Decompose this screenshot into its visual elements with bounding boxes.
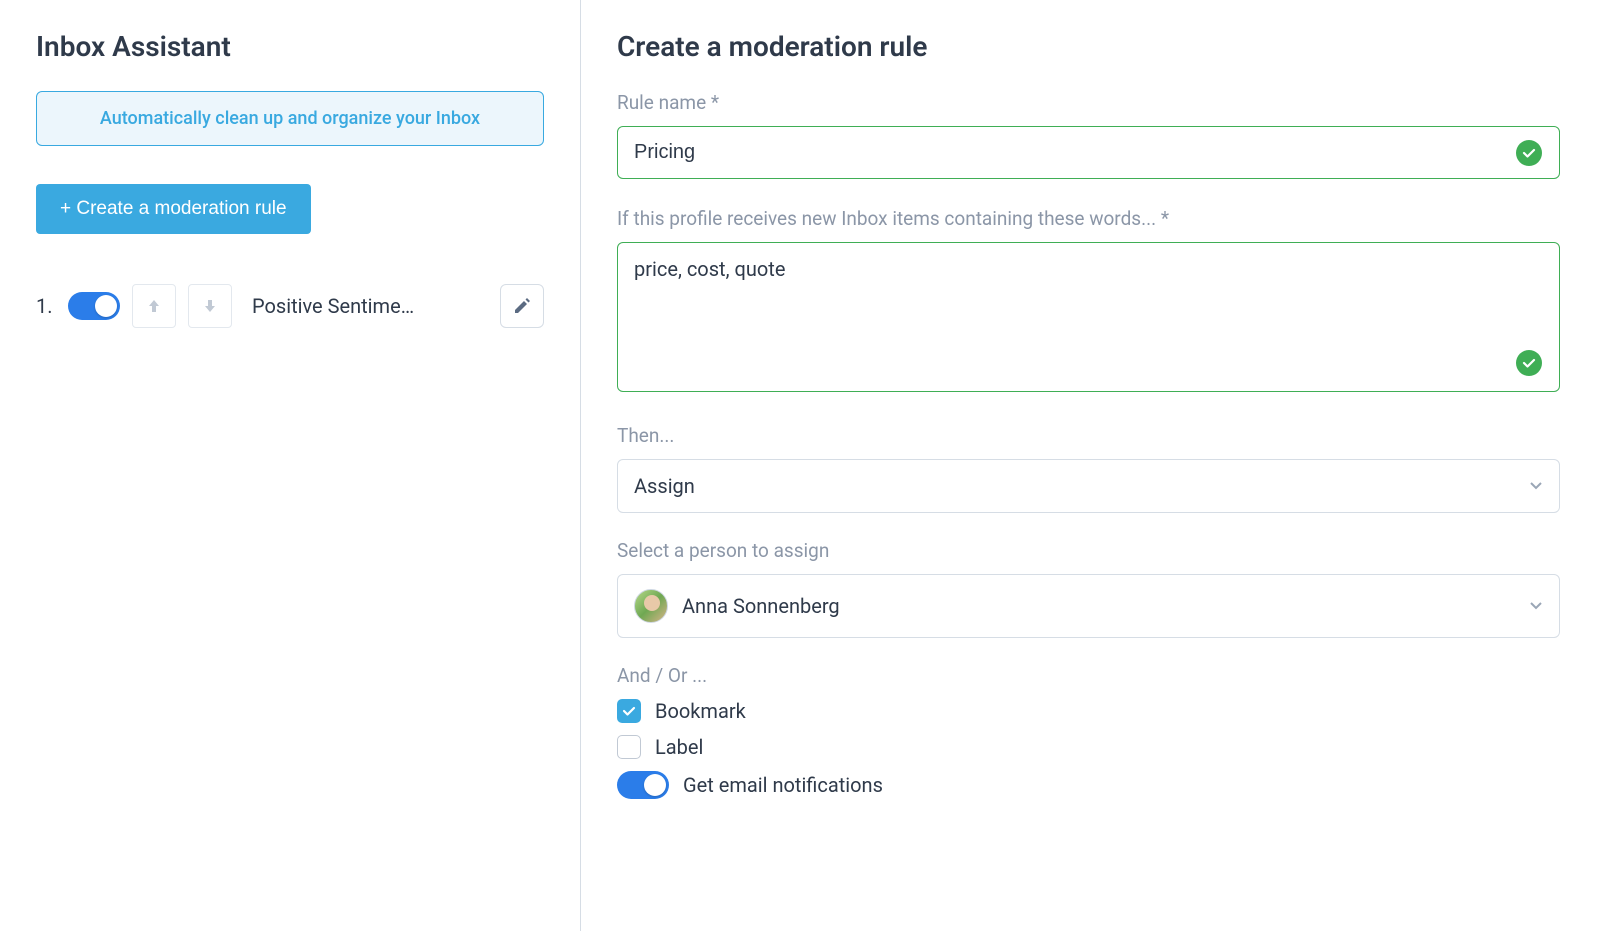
caret-down-icon [1529,481,1543,491]
create-rule-panel: Create a moderation rule Rule name * If … [581,0,1600,931]
rule-index: 1. [36,294,56,318]
create-moderation-rule-button[interactable]: + Create a moderation rule [36,184,311,234]
rule-name-input[interactable] [617,126,1560,179]
email-notifications-label: Get email notifications [683,773,883,797]
action-select[interactable]: Assign [617,459,1560,513]
caret-down-icon [1529,601,1543,611]
assign-person-value: Anna Sonnenberg [682,594,840,618]
avatar [634,589,668,623]
rule-enable-toggle[interactable] [68,292,120,320]
bookmark-label: Bookmark [655,699,746,723]
label-label: Label [655,735,703,759]
valid-check-icon [1516,140,1542,166]
arrow-up-icon [147,298,161,314]
create-rule-title: Create a moderation rule [617,30,1560,63]
toggle-knob [644,774,666,796]
rule-name-label: Positive Sentime… [244,294,488,318]
keywords-field-label: If this profile receives new Inbox items… [617,207,1560,230]
move-rule-down-button[interactable] [188,284,232,328]
assign-person-label: Select a person to assign [617,539,1560,562]
arrow-down-icon [203,298,217,314]
pencil-icon [513,297,531,315]
edit-rule-button[interactable] [500,284,544,328]
inbox-assistant-title: Inbox Assistant [36,30,544,63]
bookmark-checkbox[interactable] [617,699,641,723]
toggle-knob [95,295,117,317]
rule-list-item: 1. Positive Sentime… [36,284,544,328]
assign-person-select[interactable]: Anna Sonnenberg [617,574,1560,638]
rule-name-field-label: Rule name * [617,91,1560,114]
valid-check-icon [1516,350,1542,376]
action-select-value: Assign [634,474,695,498]
then-label: Then... [617,424,1560,447]
label-checkbox[interactable] [617,735,641,759]
and-or-label: And / Or ... [617,664,1560,687]
keywords-input[interactable] [617,242,1560,392]
inbox-assistant-panel: Inbox Assistant Automatically clean up a… [0,0,581,931]
move-rule-up-button[interactable] [132,284,176,328]
email-notifications-toggle[interactable] [617,771,669,799]
cleanup-banner[interactable]: Automatically clean up and organize your… [36,91,544,146]
